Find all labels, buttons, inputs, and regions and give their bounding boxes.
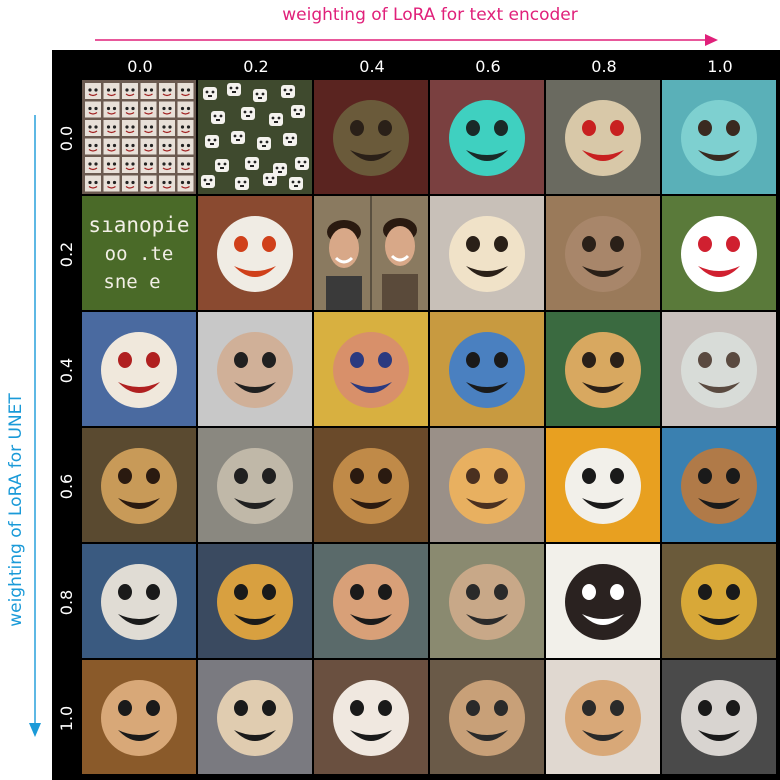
y-axis-header: weighting of LoRA for UNET	[0, 50, 52, 780]
grid-image	[430, 660, 544, 774]
row-tick-text: 0.8	[57, 589, 77, 615]
grid-image	[662, 196, 776, 310]
col-tick: 0.6	[475, 57, 501, 76]
grid-image	[662, 544, 776, 658]
row-tick-text: 0.4	[57, 357, 77, 383]
x-axis-arrow-icon	[95, 34, 718, 46]
y-axis-arrow-icon	[29, 115, 41, 737]
grid-image	[662, 80, 776, 194]
grid-image	[82, 660, 196, 774]
row-tick: 1.0	[52, 660, 82, 776]
row-tick-text: 0.6	[57, 473, 77, 499]
grid-image	[198, 312, 312, 426]
grid-image	[546, 312, 660, 426]
grid-image	[546, 544, 660, 658]
grid-image	[314, 544, 428, 658]
col-tick: 1.0	[707, 57, 733, 76]
col-tick: 0.0	[127, 57, 153, 76]
col-tick: 0.8	[591, 57, 617, 76]
row-tick-text: 1.0	[57, 705, 77, 731]
grid-image	[314, 196, 428, 310]
x-axis-header: weighting of LoRA for text encoder	[80, 0, 780, 50]
grid-image	[662, 312, 776, 426]
grid-image	[314, 312, 428, 426]
grid-image	[198, 660, 312, 774]
grid-image	[314, 428, 428, 542]
grid-image	[82, 312, 196, 426]
grid-image	[430, 544, 544, 658]
grid-image	[314, 660, 428, 774]
grid-image	[198, 196, 312, 310]
grid-image	[430, 312, 544, 426]
row-tick: 0.2	[52, 196, 82, 312]
col-tick: 0.2	[243, 57, 269, 76]
svg-text:oo .te: oo .te	[105, 243, 174, 265]
grid-image	[546, 196, 660, 310]
svg-text:sne e: sne e	[103, 271, 160, 293]
y-axis-label: weighting of LoRA for UNET	[6, 393, 26, 627]
grid-image	[82, 544, 196, 658]
row-tick: 0.4	[52, 312, 82, 428]
grid-image	[82, 428, 196, 542]
row-tick: 0.6	[52, 428, 82, 544]
grid-image	[662, 660, 776, 774]
row-tick-text: 0.2	[57, 241, 77, 267]
grid-image	[198, 428, 312, 542]
image-grid: sıanopie oo .te sne e	[82, 80, 780, 780]
row-tick: 0.0	[52, 80, 82, 196]
column-tick-labels: 0.0 0.2 0.4 0.6 0.8 1.0	[82, 50, 780, 80]
grid-image	[314, 80, 428, 194]
grid-image	[198, 544, 312, 658]
svg-text:sıanopie: sıanopie	[88, 213, 189, 237]
grid-image	[430, 428, 544, 542]
row-tick-labels: 0.0 0.2 0.4 0.6 0.8 1.0	[52, 80, 82, 780]
row-tick: 0.8	[52, 544, 82, 660]
grid-image: sıanopie oo .te sne e	[82, 196, 196, 310]
grid-image	[546, 80, 660, 194]
row-tick-text: 0.0	[57, 125, 77, 151]
grid-image	[198, 80, 312, 194]
grid-image	[546, 660, 660, 774]
grid-image	[430, 196, 544, 310]
grid-image	[662, 428, 776, 542]
grid-image	[430, 80, 544, 194]
x-axis-label: weighting of LoRA for text encoder	[282, 5, 578, 25]
grid-image	[82, 80, 196, 194]
col-tick: 0.4	[359, 57, 385, 76]
grid-image	[546, 428, 660, 542]
